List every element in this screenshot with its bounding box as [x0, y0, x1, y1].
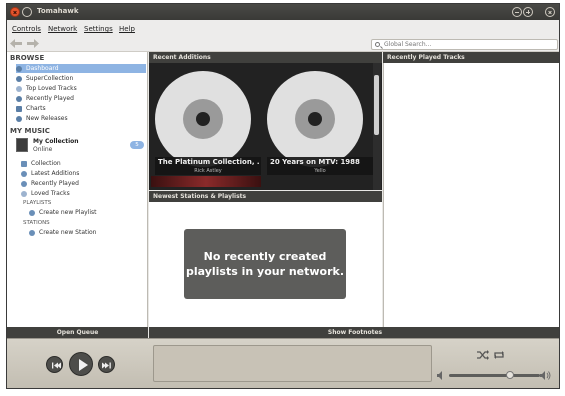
album-title: 20 Years on MTV: 1988 [270, 158, 360, 166]
sidebar-item-latest-additions[interactable]: Latest Additions [21, 169, 141, 178]
scroll-thumb[interactable] [374, 75, 379, 135]
album-cover-placeholder [155, 71, 251, 167]
global-search[interactable] [371, 39, 558, 50]
album-caption: 20 Years on MTV: 1988 Yello [267, 157, 373, 175]
heart-icon [21, 190, 27, 197]
recently-played-list [383, 63, 559, 327]
collection-count-badge: 5 [130, 141, 144, 149]
album-artist: Yello [314, 168, 326, 174]
app-window: Tomahawk Controls Network Settings Help … [6, 3, 560, 389]
album-artist: Rick Astley [194, 168, 222, 174]
search-input[interactable] [384, 40, 554, 49]
now-playing-area [153, 345, 432, 382]
clock-icon [16, 95, 22, 102]
stations-panel: No recently created playlists in your ne… [149, 202, 382, 327]
sidebar-item-top-loved[interactable]: Top Loved Tracks [16, 84, 146, 93]
window-title: Tomahawk [37, 7, 79, 15]
collection-status: Online [33, 146, 53, 153]
player-bar [7, 338, 559, 388]
close-icon[interactable] [545, 7, 555, 17]
create-station-button[interactable]: Create new Station [29, 228, 96, 237]
volume-low-icon[interactable] [437, 371, 445, 380]
search-icon [375, 42, 380, 47]
empty-playlists-message: No recently created playlists in your ne… [184, 229, 346, 299]
open-queue-button[interactable]: Open Queue [7, 327, 148, 338]
sidebar-item-collection[interactable]: Collection [21, 159, 141, 168]
sidebar-item-supercollection[interactable]: SuperCollection [16, 74, 146, 83]
dashboard-icon [16, 65, 22, 72]
volume-slider[interactable] [449, 374, 540, 377]
play-icon [79, 359, 88, 371]
new-releases-icon [16, 115, 22, 122]
create-playlist-button[interactable]: Create new Playlist [29, 208, 96, 217]
next-icon [102, 362, 111, 369]
playlists-heading: PLAYLISTS [23, 200, 52, 206]
album-tile[interactable]: The Platinum Collection, ... Rick Astley [153, 63, 263, 185]
add-icon [29, 229, 35, 236]
volume-slider-handle[interactable] [506, 371, 514, 379]
clock-icon [21, 180, 27, 187]
title-bar: Tomahawk [7, 4, 559, 20]
newest-stations-header: Newest Stations & Playlists [149, 191, 382, 202]
repeat-icon[interactable] [493, 350, 505, 360]
recently-played-header: Recently Played Tracks [383, 52, 559, 63]
maximize-icon[interactable] [523, 7, 533, 17]
albums-scrollbar[interactable] [373, 63, 381, 190]
supercollection-icon [16, 75, 22, 82]
recent-additions-grid: The Platinum Collection, ... Rick Astley… [149, 63, 382, 190]
mymusic-heading: MY MUSIC [10, 127, 50, 135]
album-caption: The Platinum Collection, ... Rick Astley [155, 157, 261, 175]
my-collection[interactable]: My Collection Online 5 [16, 137, 146, 153]
recent-additions-header: Recent Additions [149, 52, 382, 63]
sidebar-item-new-releases[interactable]: New Releases [16, 114, 146, 123]
menu-settings[interactable]: Settings [84, 25, 113, 33]
collection-icon [21, 160, 27, 167]
browse-heading: BROWSE [10, 54, 45, 62]
menu-controls[interactable]: Controls [12, 25, 41, 33]
heart-icon [16, 85, 22, 92]
menu-network[interactable]: Network [48, 25, 77, 33]
sidebar-item-collection-recent[interactable]: Recently Played [21, 179, 141, 188]
album-tile-partial[interactable] [151, 176, 261, 187]
sidebar: BROWSE Dashboard SuperCollection Top Lov… [7, 52, 148, 327]
forward-arrow-icon[interactable] [27, 39, 39, 48]
toolbar [7, 36, 559, 52]
minimize-icon[interactable] [512, 7, 522, 17]
previous-button[interactable] [46, 356, 63, 373]
volume-high-icon[interactable] [540, 371, 551, 380]
menu-help[interactable]: Help [119, 25, 135, 33]
add-icon [29, 209, 35, 216]
sidebar-item-charts[interactable]: Charts [16, 104, 146, 113]
close-window-icon[interactable] [10, 7, 20, 17]
back-arrow-icon[interactable] [10, 39, 22, 48]
latest-additions-icon [21, 170, 27, 177]
menu-bar: Controls Network Settings Help [7, 20, 559, 36]
avatar [16, 138, 28, 152]
collection-name: My Collection [33, 138, 79, 145]
album-tile[interactable]: 20 Years on MTV: 1988 Yello [265, 63, 375, 185]
stations-heading: STATIONS [23, 220, 50, 226]
shuffle-icon[interactable] [477, 350, 489, 360]
charts-icon [16, 105, 22, 112]
play-button[interactable] [69, 352, 93, 376]
album-cover-placeholder [267, 71, 363, 167]
sidebar-item-recently-played[interactable]: Recently Played [16, 94, 146, 103]
sidebar-item-dashboard[interactable]: Dashboard [16, 64, 146, 73]
sidebar-item-loved-tracks[interactable]: Loved Tracks [21, 189, 141, 198]
show-footnotes-button[interactable]: Show Footnotes [149, 327, 559, 338]
app-menu-icon[interactable] [22, 7, 32, 17]
next-button[interactable] [98, 356, 115, 373]
album-title: The Platinum Collection, ... [158, 158, 260, 166]
previous-icon [52, 362, 61, 369]
